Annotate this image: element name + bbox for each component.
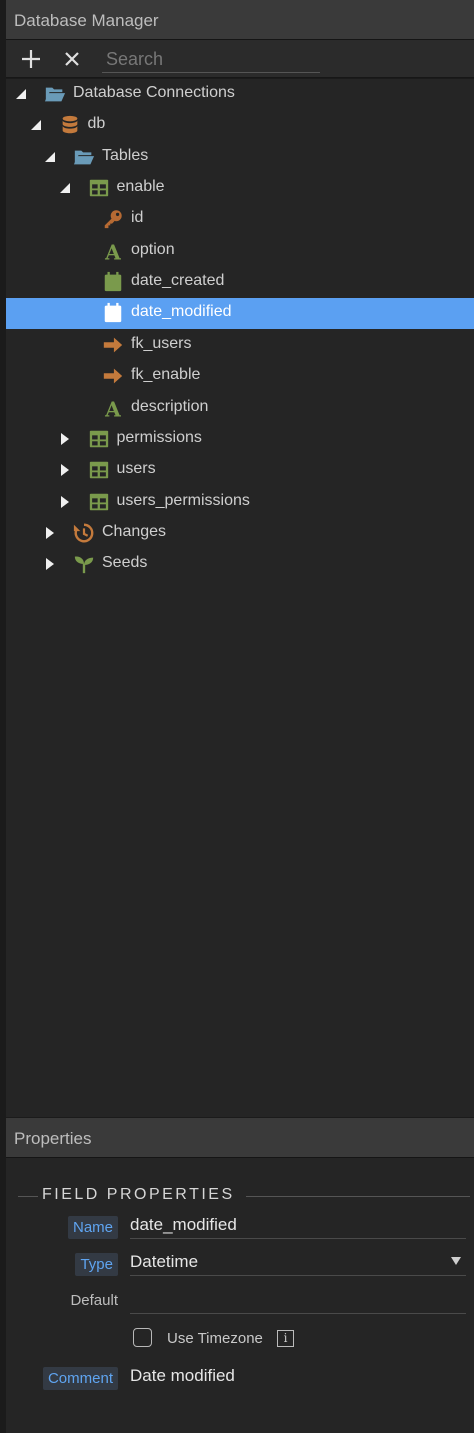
properties-panel: FIELD PROPERTIES Name date_modified Type… (6, 1158, 474, 1433)
expand-triangle-icon[interactable] (58, 432, 72, 446)
collapse-triangle-icon[interactable] (14, 87, 28, 101)
svg-text:A: A (104, 397, 121, 419)
tree-item-label: db (87, 115, 106, 133)
tree-item-users[interactable]: users (6, 455, 474, 486)
table-icon (88, 177, 110, 199)
tree-item-label: id (131, 209, 144, 227)
expand-triangle-icon[interactable] (43, 557, 57, 571)
type-select[interactable]: Datetime (130, 1250, 466, 1276)
tree-item-label: users_permissions (116, 491, 250, 509)
comment-label: Comment (42, 1367, 118, 1390)
sprout-icon (73, 553, 95, 575)
tree-item-users-permissions[interactable]: users_permissions (6, 487, 474, 518)
tree-item-label: option (131, 240, 175, 258)
info-icon[interactable]: i (277, 1330, 294, 1347)
add-button[interactable] (18, 47, 44, 71)
calendar-icon (102, 302, 124, 324)
tree-item-enable[interactable]: enable (6, 173, 474, 204)
tree-item-database-connections[interactable]: Database Connections (6, 79, 474, 110)
type-label: Type (75, 1253, 118, 1276)
database-manager-header: Database Manager (6, 0, 474, 40)
tree-item-option[interactable]: Aoption (6, 236, 474, 267)
tree-item-tables[interactable]: Tables (6, 142, 474, 173)
expand-triangle-icon[interactable] (58, 495, 72, 509)
tree-item-label: Seeds (102, 554, 148, 572)
use-timezone-checkbox[interactable] (133, 1328, 152, 1347)
tree-item-db[interactable]: db (6, 110, 474, 141)
collapse-triangle-icon[interactable] (58, 181, 72, 195)
table-icon (88, 491, 110, 513)
default-field[interactable] (130, 1288, 466, 1314)
name-field[interactable]: date_modified (130, 1213, 466, 1239)
tree-item-label: Tables (102, 146, 149, 164)
database-tree[interactable]: Database Connections db Tables enable id Aopt… (6, 79, 474, 1117)
comment-field[interactable]: Date modified (130, 1364, 466, 1390)
type-value: Datetime (130, 1252, 199, 1271)
use-timezone-label: Use Timezone (167, 1330, 263, 1347)
default-label: Default (70, 1292, 118, 1309)
tree-item-description[interactable]: Adescription (6, 393, 474, 424)
folder-open-icon (44, 83, 66, 105)
text-field-icon: A (102, 240, 124, 264)
arrow-right-icon (102, 365, 124, 387)
properties-title: Properties (14, 1129, 92, 1148)
tree-item-label: date_modified (131, 303, 232, 321)
tree-item-permissions[interactable]: permissions (6, 424, 474, 455)
collapse-triangle-icon[interactable] (43, 150, 57, 164)
database-manager-toolbar (6, 40, 474, 78)
tree-item-label: fk_users (131, 334, 192, 352)
remove-button[interactable] (59, 47, 85, 71)
tree-item-label: Changes (102, 522, 167, 540)
tree-item-date-created[interactable]: date_created (6, 267, 474, 298)
calendar-icon (102, 271, 124, 293)
tree-item-seeds[interactable]: Seeds (6, 549, 474, 580)
tree-item-label: users (116, 460, 156, 478)
svg-text:A: A (104, 240, 121, 262)
tree-item-label: description (131, 397, 209, 415)
text-field-icon: A (102, 397, 124, 421)
tree-item-label: enable (116, 178, 165, 196)
tree-item-label: permissions (116, 428, 202, 446)
tree-item-fk-users[interactable]: fk_users (6, 330, 474, 361)
tree-item-label: Database Connections (73, 84, 235, 101)
section-divider-left (18, 1196, 38, 1197)
close-icon (65, 52, 79, 66)
history-icon (73, 522, 95, 544)
tree-item-changes[interactable]: Changes (6, 518, 474, 549)
expand-triangle-icon[interactable] (58, 463, 72, 477)
plus-icon (22, 50, 40, 68)
expand-triangle-icon[interactable] (43, 526, 57, 540)
field-properties-title: FIELD PROPERTIES (42, 1186, 235, 1203)
tree-item-label: date_created (131, 272, 225, 290)
folder-open-icon (73, 146, 95, 168)
tree-item-id[interactable]: id (6, 204, 474, 235)
tree-item-label: fk_enable (131, 366, 201, 384)
tree-item-fk-enable[interactable]: fk_enable (6, 361, 474, 392)
key-icon (102, 208, 124, 230)
collapse-triangle-icon[interactable] (29, 118, 43, 132)
search-box (102, 47, 320, 73)
table-icon (88, 428, 110, 450)
table-icon (88, 459, 110, 481)
tree-item-date-modified[interactable]: date_modified (6, 298, 474, 330)
database-manager-title: Database Manager (14, 11, 159, 30)
search-input[interactable] (102, 47, 320, 71)
name-label: Name (67, 1216, 118, 1239)
section-divider-right (246, 1196, 470, 1197)
arrow-right-icon (102, 334, 124, 356)
caret-down-icon (451, 1257, 461, 1265)
properties-header: Properties (6, 1118, 474, 1158)
database-icon (59, 114, 81, 136)
